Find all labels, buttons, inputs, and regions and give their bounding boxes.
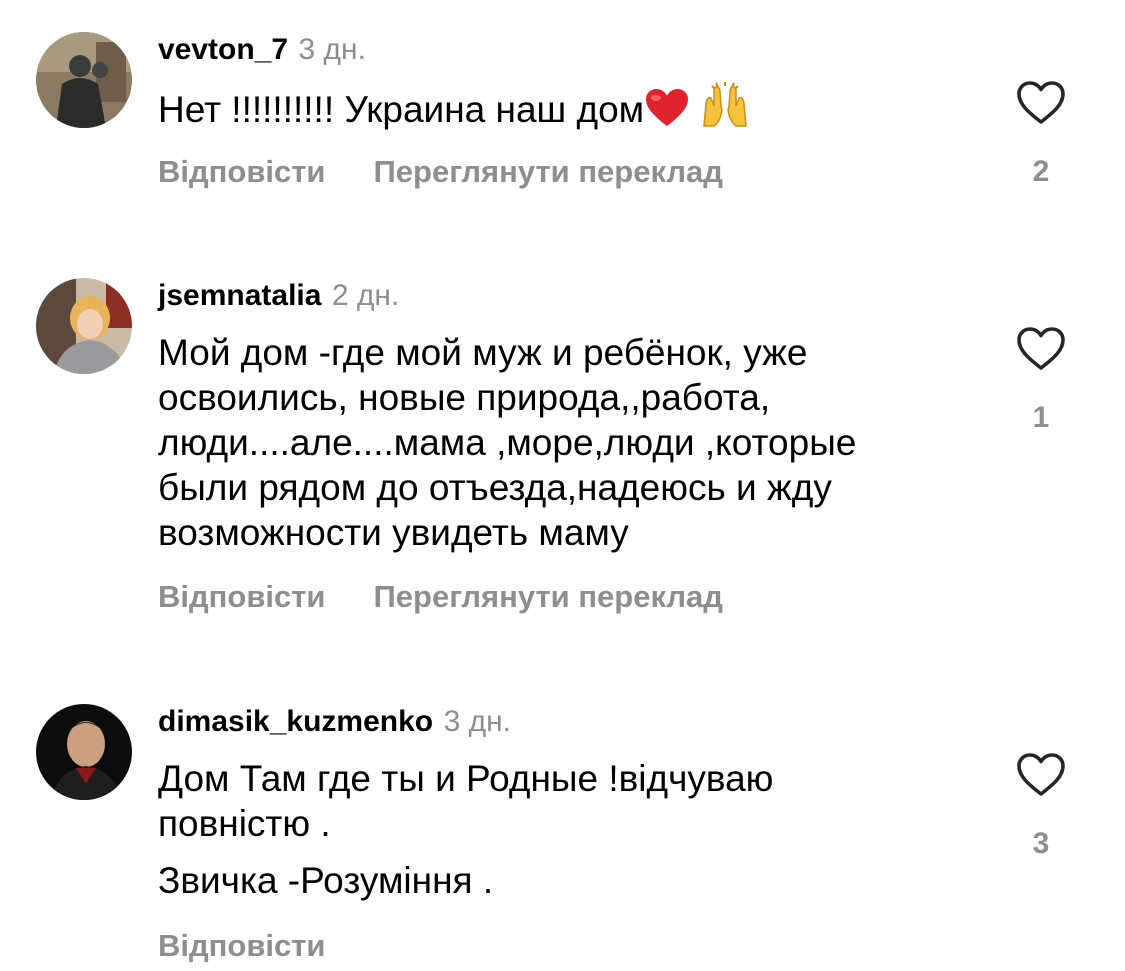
username[interactable]: dimasik_kuzmenko — [158, 705, 433, 738]
like-count: 2 — [1032, 155, 1050, 188]
heart-outline-icon[interactable] — [1016, 326, 1066, 372]
see-translation-button[interactable]: Переглянути переклад — [374, 154, 723, 189]
comment-text: Дом Там где ты и Родные !відчуваю повніс… — [158, 756, 878, 903]
avatar[interactable] — [36, 704, 132, 800]
heart-outline-icon[interactable] — [1016, 752, 1066, 798]
avatar[interactable] — [36, 278, 132, 374]
see-translation-button[interactable]: Переглянути переклад — [374, 579, 723, 614]
comment-actions: Відповісти Переглянути переклад — [158, 152, 723, 192]
comment-header: dimasik_kuzmenko 3 дн. — [158, 704, 511, 745]
avatar[interactable] — [36, 32, 132, 128]
username[interactable]: vevton_7 — [158, 33, 288, 66]
comment-time: 3 дн. — [298, 33, 366, 66]
raising-hands-emoji — [700, 82, 750, 138]
comment-text-line: Мой дом -где мой муж и ребёнок, уже осво… — [158, 332, 857, 553]
comment-header: vevton_7 3 дн. — [158, 32, 366, 73]
comment-actions: Відповісти Переглянути переклад — [158, 577, 723, 617]
username[interactable]: jsemnatalia — [158, 279, 321, 312]
reply-button[interactable]: Відповісти — [158, 579, 326, 614]
red-heart-emoji — [644, 88, 690, 138]
comment-time: 3 дн. — [443, 705, 512, 738]
comment-time: 2 дн. — [331, 279, 400, 312]
like-count: 3 — [1032, 827, 1050, 860]
like-count: 1 — [1032, 401, 1050, 434]
comment-text-line: Дом Там где ты и Родные !відчуваю повніс… — [158, 758, 774, 844]
heart-outline-icon[interactable] — [1016, 80, 1066, 126]
comment-text-line: Звичка -Розуміння . — [158, 860, 494, 901]
reply-button[interactable]: Відповісти — [158, 928, 326, 963]
reply-button[interactable]: Відповісти — [158, 154, 326, 189]
comment-actions: Відповісти — [158, 926, 326, 966]
comment-text: Нет !!!!!!!!!! Украина наш дом — [158, 82, 978, 138]
comment-header: jsemnatalia 2 дн. — [158, 278, 399, 319]
comment-text: Мой дом -где мой муж и ребёнок, уже осво… — [158, 330, 948, 555]
comment-text-line: Нет !!!!!!!!!! Украина наш дом — [158, 89, 645, 130]
